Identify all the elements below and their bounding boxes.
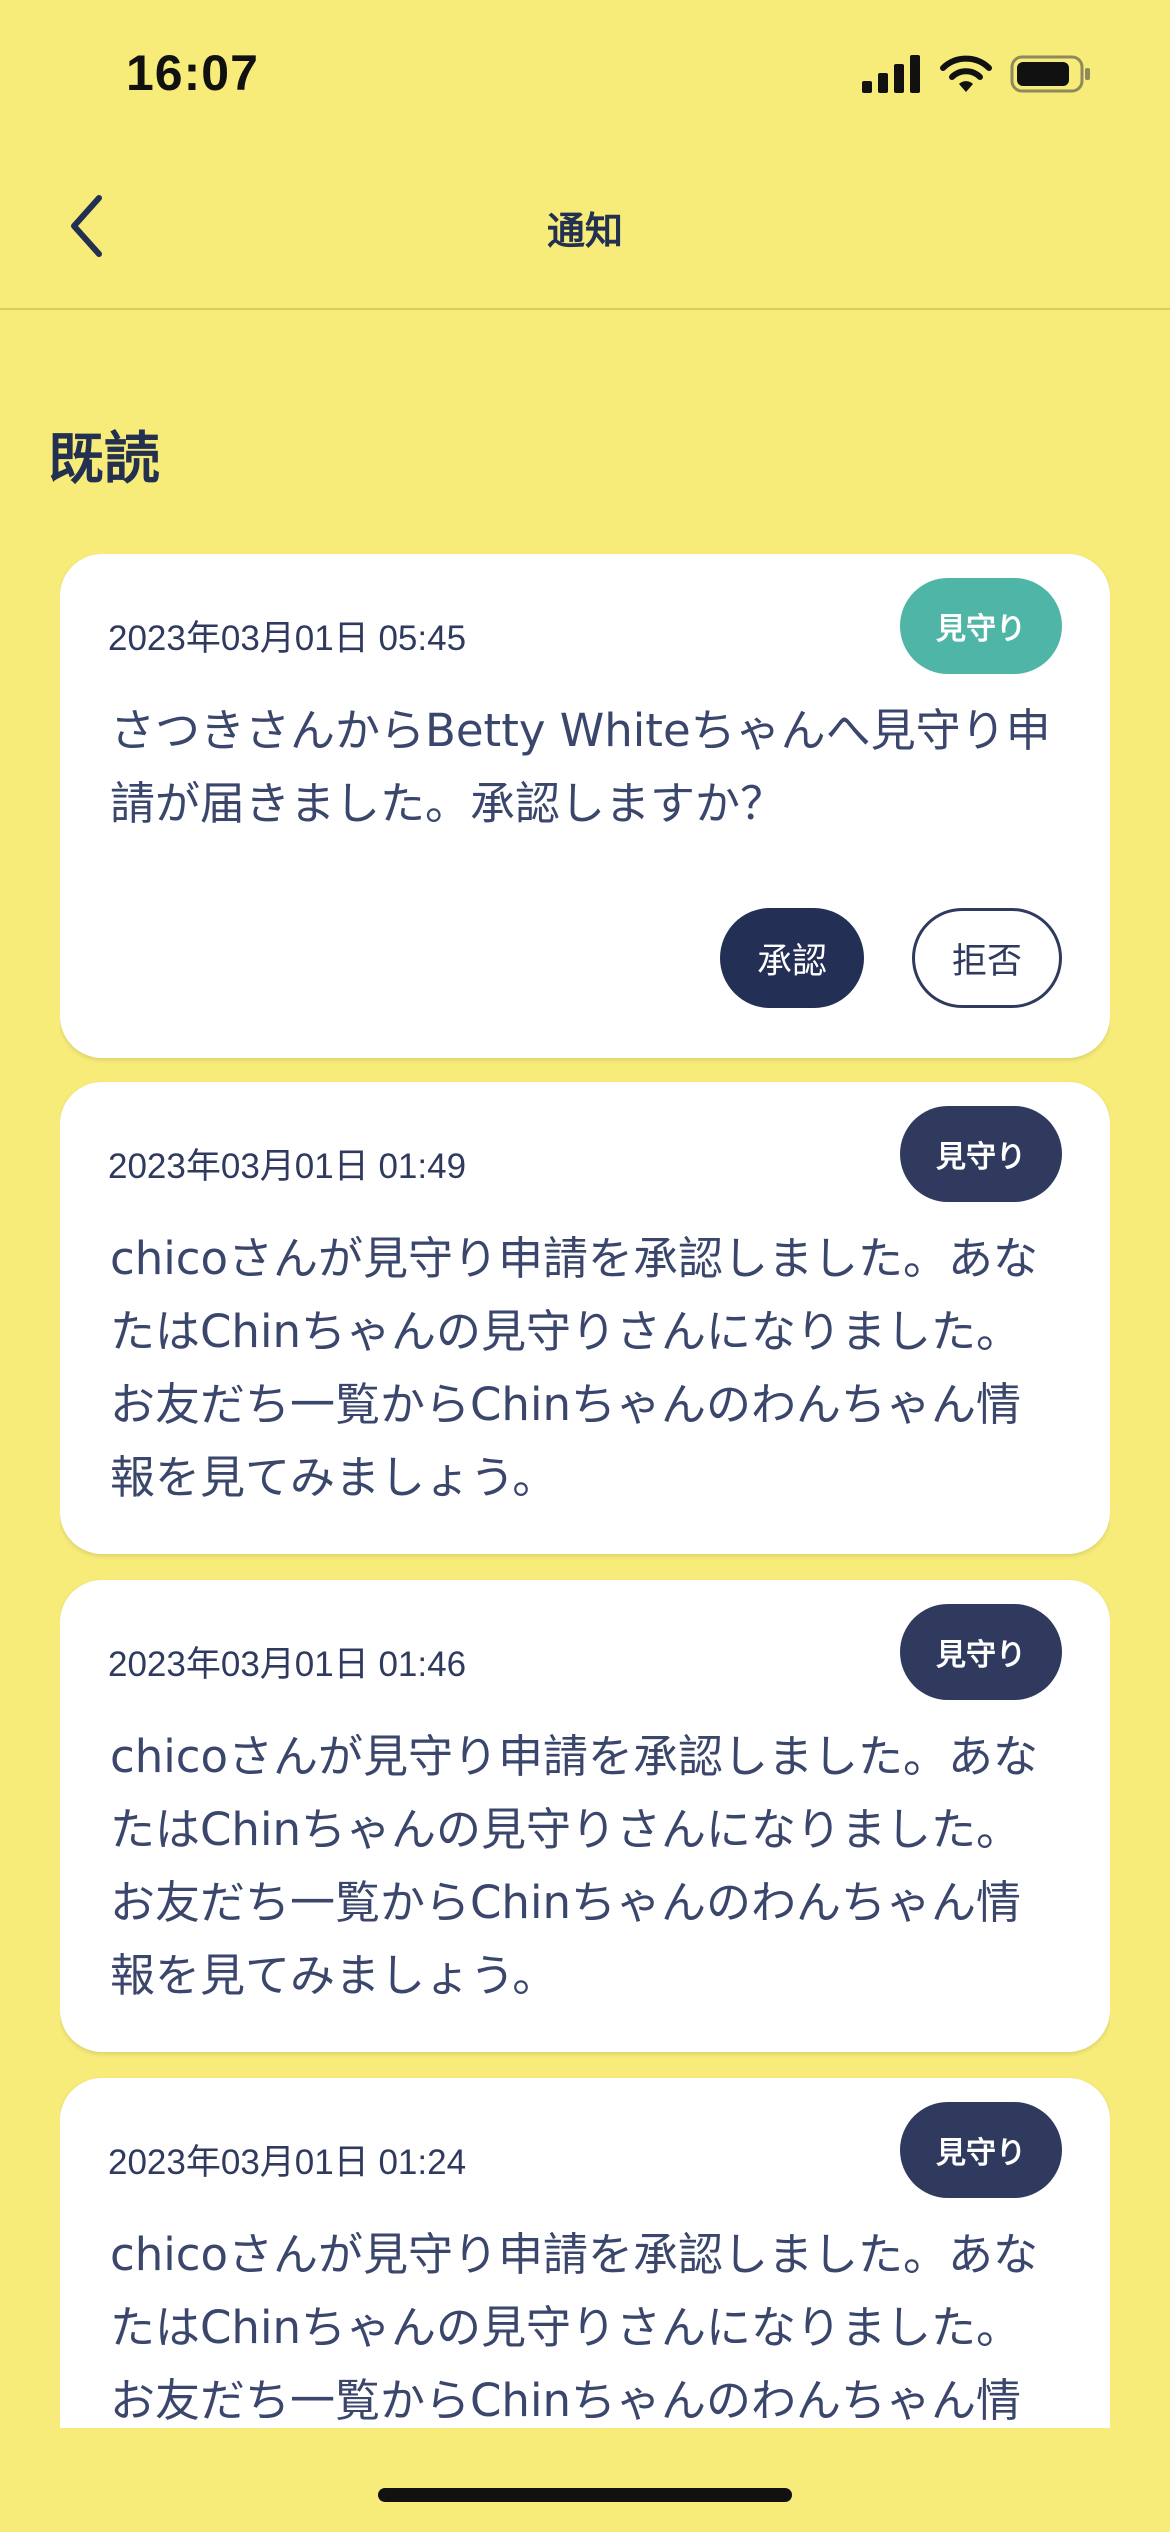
notification-date: 2023年03月01日 01:49 (108, 1147, 467, 1186)
notification-date: 2023年03月01日 01:46 (108, 1645, 467, 1684)
notification-card[interactable]: 2023年03月01日 01:46 見守り chicoさんが見守り申請を承認しま… (60, 1580, 1110, 2052)
notification-message: さつきさんからBetty Whiteちゃんへ見守り申請が届きました。承認しますか… (110, 704, 1051, 830)
navigation-bar: 通知 (0, 150, 1170, 310)
status-bar: 16:07 (0, 0, 1170, 150)
notification-list[interactable]: 2023年03月01日 05:45 見守り さつきさんからBetty White… (60, 554, 1110, 2428)
section-title-read: 既読 (48, 427, 160, 492)
notification-message: chicoさんが見守り申請を承認しました。あなたはChinちゃんの見守りさんにな… (110, 1232, 1039, 1504)
status-time: 16:07 (126, 45, 259, 101)
page-title: 通知 (546, 209, 623, 253)
notification-message: chicoさんが見守り申請を承認しました。あなたはChinちゃんの見守りさんにな… (110, 2228, 1039, 2427)
wifi-icon (940, 55, 992, 97)
category-tag: 見守り (900, 578, 1062, 674)
battery-icon (1010, 54, 1092, 98)
status-icons (862, 54, 1092, 98)
notification-card[interactable]: 2023年03月01日 05:45 見守り さつきさんからBetty White… (60, 554, 1110, 1058)
approve-button[interactable]: 承認 (720, 908, 864, 1008)
category-tag: 見守り (900, 1604, 1062, 1700)
category-tag: 見守り (900, 1106, 1062, 1202)
notification-date: 2023年03月01日 01:24 (108, 2143, 467, 2182)
notification-card[interactable]: 2023年03月01日 01:24 見守り chicoさんが見守り申請を承認しま… (60, 2078, 1110, 2428)
reject-button[interactable]: 拒否 (912, 908, 1062, 1008)
notification-message: chicoさんが見守り申請を承認しました。あなたはChinちゃんの見守りさんにな… (110, 1730, 1039, 2002)
notification-date: 2023年03月01日 05:45 (108, 619, 467, 658)
home-indicator[interactable] (378, 2488, 792, 2502)
notification-card[interactable]: 2023年03月01日 01:49 見守り chicoさんが見守り申請を承認しま… (60, 1082, 1110, 1554)
category-tag: 見守り (900, 2102, 1062, 2198)
cellular-signal-icon (862, 55, 922, 97)
